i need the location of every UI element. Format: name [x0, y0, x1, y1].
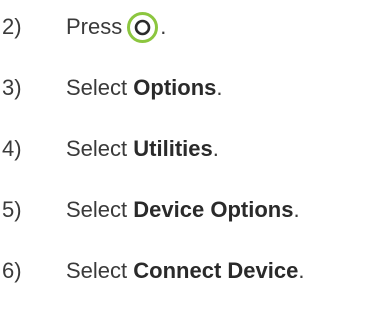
step-6: 6) Select Connect Device. [0, 253, 304, 289]
instruction-steps: 2) Press . 3) Select Options. 4) Select … [0, 0, 372, 309]
step-number: 2) [2, 14, 22, 39]
step-text: Select Connect Device. [66, 253, 304, 289]
step-period: . [216, 75, 223, 100]
step-verb: Select [66, 136, 128, 161]
step-5: 5) Select Device Options. [0, 192, 300, 228]
step-verb: Select [66, 258, 128, 283]
step-3: 3) Select Options. [0, 70, 223, 106]
step-period: . [293, 197, 300, 222]
step-verb: Select [66, 197, 128, 222]
step-menu-target: Device Options [133, 197, 294, 222]
step-text: Select Device Options. [66, 192, 300, 228]
step-menu-target: Connect Device [133, 258, 299, 283]
step-verb: Press [66, 14, 123, 39]
step-menu-target: Options [133, 75, 217, 100]
step-number: 3) [2, 75, 22, 100]
step-2: 2) Press . [0, 9, 166, 45]
step-text: Select Options. [66, 70, 223, 106]
step-number: 6) [2, 258, 22, 283]
step-number: 5) [2, 197, 22, 222]
circle-button-icon [126, 11, 159, 44]
step-verb: Select [66, 75, 128, 100]
step-period: . [298, 258, 305, 283]
step-period: . [160, 14, 167, 39]
step-text: Select Utilities. [66, 131, 219, 167]
step-text: Press . [66, 9, 166, 45]
step-number: 4) [2, 136, 22, 161]
step-menu-target: Utilities [133, 136, 213, 161]
step-period: . [212, 136, 219, 161]
step-4: 4) Select Utilities. [0, 131, 219, 167]
